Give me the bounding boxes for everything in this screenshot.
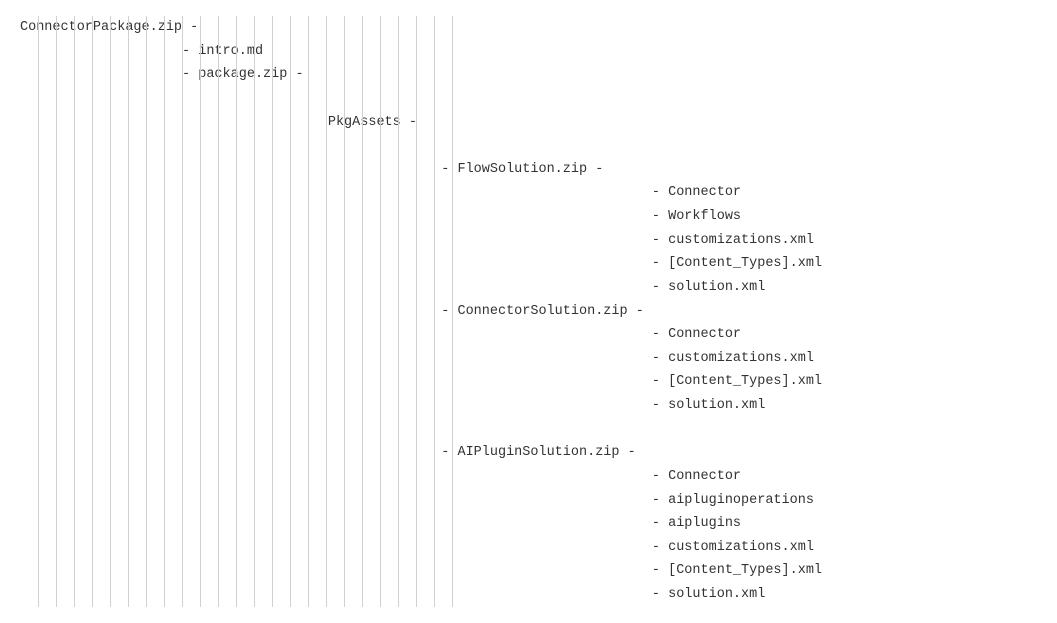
file-tree-content: ConnectorPackage.zip - - intro.md - pack… — [20, 16, 1037, 607]
page-wrapper: ConnectorPackage.zip - - intro.md - pack… — [20, 16, 1037, 607]
